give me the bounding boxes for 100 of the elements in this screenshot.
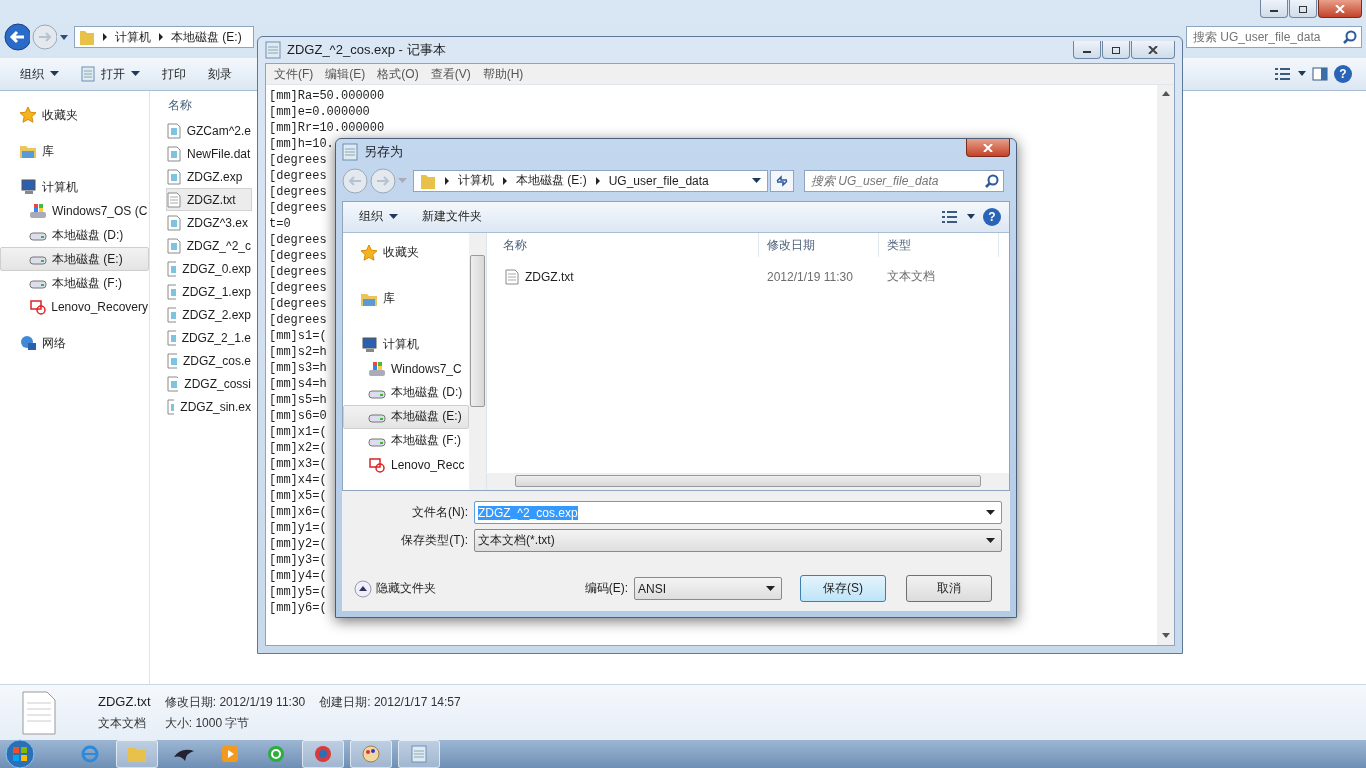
toolbar-button[interactable]: 组织	[351, 204, 406, 230]
caret-icon	[389, 213, 398, 220]
scroll-down-icon[interactable]	[1161, 633, 1170, 639]
file-icon	[167, 375, 179, 392]
text-line: [mm]x5=(	[269, 488, 327, 504]
breadcrumb-item[interactable]: UG_user_file_data	[608, 173, 709, 188]
sidebar-item[interactable]: 库	[0, 139, 149, 163]
text-line: [mm]x1=(	[269, 424, 327, 440]
toolbar-button[interactable]: 组织	[12, 61, 67, 87]
scrollbar-thumb[interactable]	[470, 254, 485, 407]
file-item[interactable]: ZDGZ.txt	[487, 268, 759, 285]
breadcrumb-item[interactable]: 本地磁盘 (E:)	[516, 172, 587, 190]
view-icon[interactable]	[941, 209, 959, 224]
sidebar-item[interactable]: Windows7_OS (C	[0, 199, 149, 223]
search-field[interactable]: 搜索 UG_user_file_data	[1186, 26, 1362, 48]
sidebar-item[interactable]: 本地磁盘 (F:)	[0, 271, 149, 295]
scrollbar[interactable]	[469, 232, 486, 490]
view-icon[interactable]	[1274, 67, 1292, 81]
address-bar[interactable]: 计算机 本地磁盘 (E:) UG_user_file_data	[413, 169, 768, 192]
file-item[interactable]: ZDGZ_cos.e	[166, 349, 252, 372]
sidebar-item[interactable]: 库	[343, 286, 469, 311]
chevron-icon	[443, 176, 451, 185]
caret-icon[interactable]	[967, 213, 975, 220]
sidebar-item[interactable]: 本地磁盘 (D:)	[343, 380, 469, 405]
maximize-button[interactable]	[1102, 41, 1130, 59]
breadcrumb-item[interactable]: 计算机	[458, 172, 494, 190]
cancel-button[interactable]: 取消	[906, 575, 992, 603]
file-item[interactable]: ZDGZ_2.exp	[166, 303, 252, 326]
sidebar-item[interactable]: 本地磁盘 (E:)	[0, 247, 149, 271]
hide-folders-button[interactable]: 隐藏文件夹	[354, 580, 436, 598]
text-line: [mm]y4=(	[269, 568, 327, 584]
save-button[interactable]: 保存(S)	[800, 575, 886, 603]
caret-icon	[986, 538, 995, 544]
scrollbar-thumb[interactable]	[515, 475, 981, 487]
close-icon	[1148, 45, 1158, 54]
toolbar-button[interactable]: 新建文件夹	[414, 204, 490, 230]
encoding-dropdown[interactable]: ANSI	[634, 577, 782, 601]
toolbar-button[interactable]: 打印	[154, 61, 194, 87]
file-item[interactable]: GZCam^2.e	[166, 119, 252, 142]
taskbar-app-icon[interactable]	[302, 740, 344, 768]
column-header[interactable]: 名称	[168, 97, 254, 119]
maximize-icon	[1111, 45, 1121, 54]
help-button[interactable]: ?	[1334, 65, 1352, 83]
column-header[interactable]: 修改日期	[759, 232, 879, 257]
sidebar-item[interactable]: 本地磁盘 (F:)	[343, 428, 469, 453]
windows-drive-icon	[29, 203, 47, 219]
sidebar-item[interactable]: Lenovo_Recc	[343, 452, 469, 477]
close-button[interactable]	[966, 139, 1010, 157]
file-item[interactable]: ZDGZ_2_1.e	[166, 326, 252, 349]
text-line: [degrees	[269, 280, 327, 296]
breadcrumb-item[interactable]: 本地磁盘 (E:)	[171, 28, 242, 46]
file-type-dropdown[interactable]: 文本文档(*.txt)	[474, 529, 1002, 553]
maximize-button[interactable]	[1289, 0, 1317, 18]
close-button[interactable]	[1131, 41, 1175, 59]
back-icon[interactable]	[4, 23, 31, 51]
sidebar-item[interactable]: Windows7_C	[343, 356, 469, 381]
menu-item[interactable]: 查看(V)	[424, 65, 477, 83]
file-item[interactable]: NewFile.dat	[166, 142, 252, 165]
sidebar-item[interactable]: 本地磁盘 (E:)	[343, 404, 469, 429]
menu-item[interactable]: 帮助(H)	[476, 65, 530, 83]
scrollbar[interactable]	[1157, 85, 1174, 645]
refresh-button[interactable]	[770, 169, 794, 192]
caret-icon[interactable]	[752, 177, 761, 184]
menu-item[interactable]: 格式(O)	[371, 65, 425, 83]
sidebar-item[interactable]: 计算机	[0, 175, 149, 199]
file-item[interactable]: ZDGZ_^2_c	[166, 234, 252, 257]
file-item[interactable]: ZDGZ.txt	[166, 188, 252, 211]
address-bar[interactable]: 计算机 本地磁盘 (E:)	[74, 26, 254, 48]
close-button[interactable]	[1318, 0, 1362, 18]
file-item[interactable]: ZDGZ_sin.ex	[166, 395, 252, 418]
menu-item[interactable]: 编辑(E)	[319, 65, 372, 83]
column-header[interactable]: 类型	[879, 232, 999, 257]
file-item[interactable]: ZDGZ.exp	[166, 165, 252, 188]
dropdown-caret-icon[interactable]	[58, 33, 68, 41]
toolbar-button[interactable]: 打开	[73, 61, 148, 87]
breadcrumb-item[interactable]: 计算机	[115, 28, 151, 46]
file-item[interactable]: ZDGZ_0.exp	[166, 257, 252, 280]
file-item[interactable]: ZDGZ_1.exp	[166, 280, 252, 303]
sidebar-item[interactable]: Lenovo_Recovery	[0, 295, 149, 319]
toolbar-button[interactable]: 刻录	[200, 61, 240, 87]
search-field[interactable]: 搜索 UG_user_file_data	[804, 169, 1004, 192]
minimize-button[interactable]	[1260, 0, 1288, 18]
minimize-button[interactable]	[1073, 41, 1101, 59]
sidebar-item[interactable]: 计算机	[343, 332, 469, 357]
caret-icon[interactable]	[1298, 71, 1306, 77]
preview-pane-icon[interactable]	[1312, 67, 1328, 81]
file-item[interactable]: ZDGZ^3.ex	[166, 211, 252, 234]
help-button[interactable]: ?	[983, 207, 1001, 226]
sidebar-item[interactable]: 本地磁盘 (D:)	[0, 223, 149, 247]
sidebar-item[interactable]: 网络	[0, 331, 149, 355]
sidebar-item[interactable]: 收藏夹	[0, 103, 149, 127]
sidebar-item[interactable]: 收藏夹	[343, 240, 469, 265]
file-item[interactable]: ZDGZ_cossi	[166, 372, 252, 395]
start-button[interactable]	[2, 739, 38, 768]
horizontal-scrollbar[interactable]	[487, 473, 1009, 490]
text-line: [mm]x6=(	[269, 504, 327, 520]
column-header[interactable]: 名称	[487, 232, 759, 257]
menu-item[interactable]: 文件(F)	[268, 65, 320, 83]
taskbar-paint-icon[interactable]	[350, 740, 392, 768]
chevron-icon	[501, 176, 509, 185]
